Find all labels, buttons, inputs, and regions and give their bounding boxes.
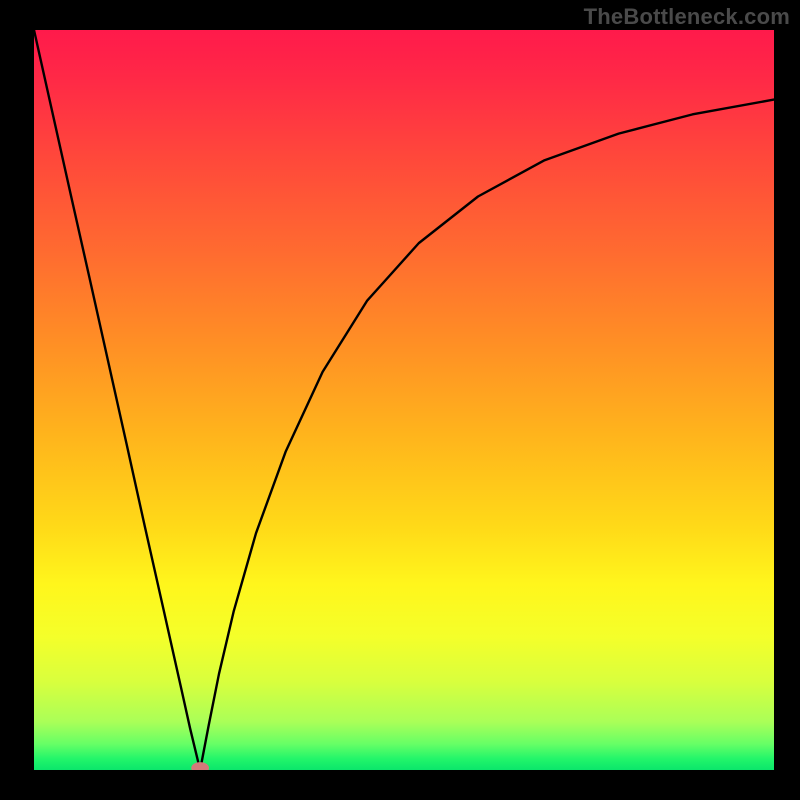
watermark: TheBottleneck.com — [584, 4, 790, 30]
chart-plot — [34, 30, 774, 770]
chart-container: TheBottleneck.com — [0, 0, 800, 800]
